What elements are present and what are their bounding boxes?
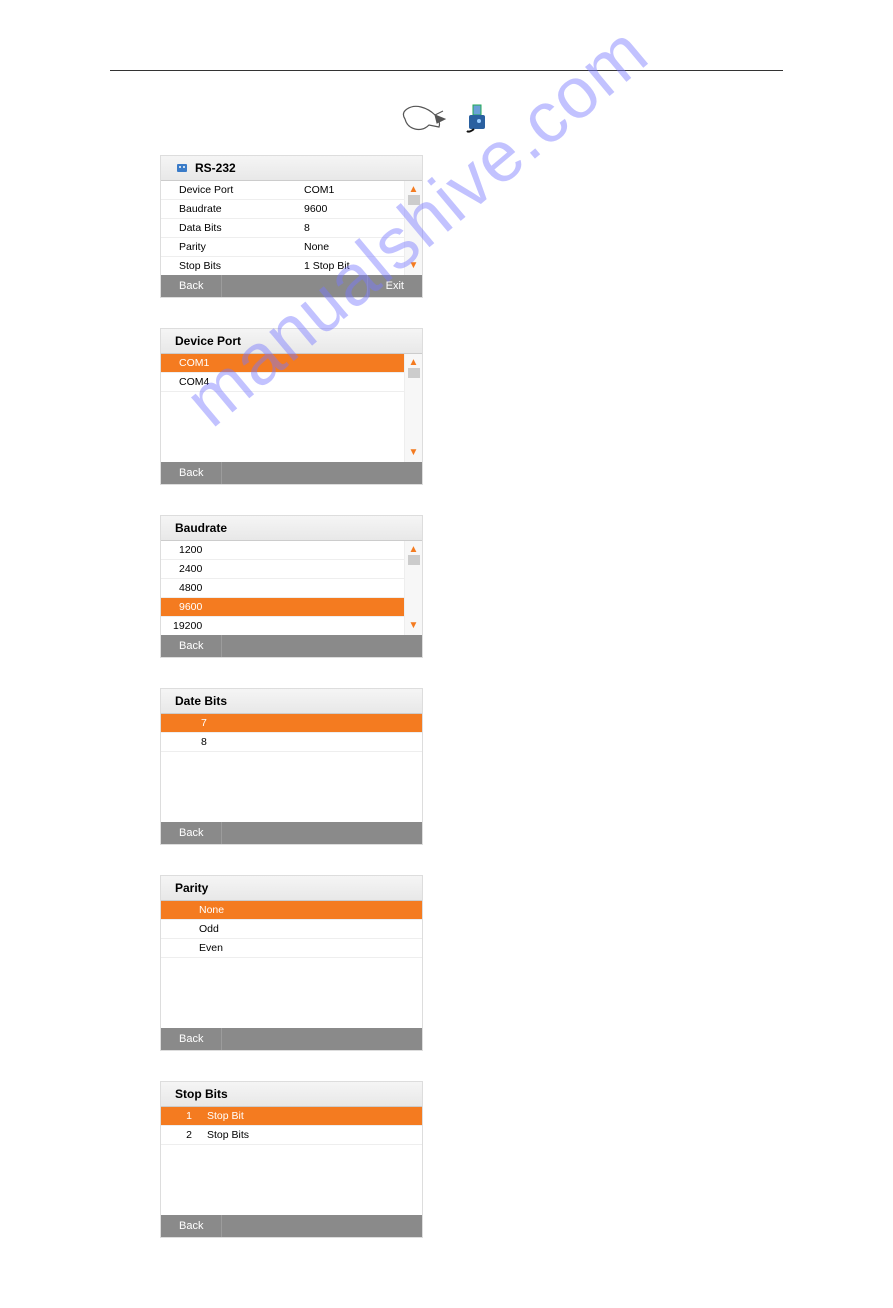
icons-row (110, 101, 783, 137)
row-value: COM1 (304, 184, 404, 196)
stop-bits-title: Stop Bits (175, 1087, 228, 1101)
option-label: 1200 (179, 544, 304, 556)
data-bits-panel: Date Bits 7 8 Back (160, 688, 423, 845)
data-bits-header: Date Bits (161, 689, 422, 714)
scroll-thumb[interactable] (408, 555, 420, 565)
scroll-up-icon[interactable]: ▲ (409, 545, 419, 555)
rs232-row-device-port[interactable]: Device Port COM1 (161, 181, 404, 200)
scroll-thumb[interactable] (408, 195, 420, 205)
row-label: Parity (179, 241, 304, 253)
back-button[interactable]: Back (161, 822, 222, 844)
scroll-up-icon[interactable]: ▲ (409, 185, 419, 195)
back-button[interactable]: Back (161, 1028, 222, 1050)
scrollbar[interactable]: ▲ ▼ (404, 541, 422, 635)
stop-bits-option-2[interactable]: 2 Stop Bits (161, 1126, 422, 1145)
back-button[interactable]: Back (161, 275, 222, 297)
baudrate-panel: Baudrate 1200 2400 4800 9600 19200 ▲ ▼ B… (160, 515, 423, 658)
back-button[interactable]: Back (161, 635, 222, 657)
option-label: COM1 (179, 357, 304, 369)
parity-option-odd[interactable]: Odd (161, 920, 422, 939)
rs232-panel-header: RS-232 (161, 156, 422, 181)
baudrate-option-9600[interactable]: 9600 (161, 598, 404, 617)
scroll-down-icon[interactable]: ▼ (409, 261, 419, 271)
row-value: 9600 (304, 203, 404, 215)
scroll-thumb[interactable] (408, 368, 420, 378)
option-label: 8 (201, 736, 207, 748)
device-port-option-com4[interactable]: COM4 (161, 373, 404, 392)
scroll-down-icon[interactable]: ▼ (409, 621, 419, 631)
baudrate-header: Baudrate (161, 516, 422, 541)
rs232-row-data-bits[interactable]: Data Bits 8 (161, 219, 404, 238)
stop-bits-header: Stop Bits (161, 1082, 422, 1107)
rs232-row-parity[interactable]: Parity None (161, 238, 404, 257)
option-label: Odd (199, 923, 219, 935)
baudrate-option-19200[interactable]: 19200 (161, 617, 404, 635)
option-label: 4800 (179, 582, 304, 594)
rs232-row-baudrate[interactable]: Baudrate 9600 (161, 200, 404, 219)
row-label: Stop Bits (179, 260, 304, 272)
back-button[interactable]: Back (161, 462, 222, 484)
option-label: COM4 (179, 376, 304, 388)
option-label: 7 (201, 717, 207, 729)
row-value: None (304, 241, 404, 253)
usb-device-icon (459, 101, 495, 137)
scroll-down-icon[interactable]: ▼ (409, 448, 419, 458)
parity-header: Parity (161, 876, 422, 901)
parity-panel: Parity None Odd Even Back (160, 875, 423, 1051)
stop-bits-panel: Stop Bits 1 Stop Bit 2 Stop Bits Back (160, 1081, 423, 1238)
baudrate-title: Baudrate (175, 521, 227, 535)
device-port-header: Device Port (161, 329, 422, 354)
option-label: Stop Bit (207, 1110, 244, 1122)
exit-button[interactable]: Exit (367, 275, 422, 297)
device-port-option-com1[interactable]: COM1 (161, 354, 404, 373)
device-port-title: Device Port (175, 334, 241, 348)
rs232-row-stop-bits[interactable]: Stop Bits 1 Stop Bit (161, 257, 404, 275)
scrollbar[interactable]: ▲ ▼ (404, 181, 422, 275)
scroll-up-icon[interactable]: ▲ (409, 358, 419, 368)
serial-port-icon (175, 161, 189, 175)
row-value: 1 Stop Bit (304, 260, 404, 272)
row-label: Device Port (179, 184, 304, 196)
option-label: Even (199, 942, 223, 954)
baudrate-option-4800[interactable]: 4800 (161, 579, 404, 598)
option-number: 1 (179, 1110, 199, 1122)
row-value: 8 (304, 222, 404, 234)
hand-pointing-icon (399, 101, 447, 137)
data-bits-option-7[interactable]: 7 (161, 714, 422, 733)
parity-title: Parity (175, 881, 208, 895)
back-button[interactable]: Back (161, 1215, 222, 1237)
option-label: Stop Bits (207, 1129, 249, 1141)
data-bits-title: Date Bits (175, 694, 227, 708)
rs232-title: RS-232 (195, 161, 236, 175)
baudrate-option-1200[interactable]: 1200 (161, 541, 404, 560)
stop-bits-option-1[interactable]: 1 Stop Bit (161, 1107, 422, 1126)
top-divider (110, 70, 783, 71)
parity-option-even[interactable]: Even (161, 939, 422, 958)
option-label: None (199, 904, 224, 916)
rs232-panel: RS-232 Device Port COM1 Baudrate 9600 Da… (160, 155, 423, 298)
row-label: Data Bits (179, 222, 304, 234)
option-label: 9600 (179, 601, 304, 613)
option-label: 19200 (173, 620, 298, 632)
parity-option-none[interactable]: None (161, 901, 422, 920)
row-label: Baudrate (179, 203, 304, 215)
scrollbar[interactable]: ▲ ▼ (404, 354, 422, 462)
option-label: 2400 (179, 563, 304, 575)
baudrate-option-2400[interactable]: 2400 (161, 560, 404, 579)
data-bits-option-8[interactable]: 8 (161, 733, 422, 752)
option-number: 2 (179, 1129, 199, 1141)
device-port-panel: Device Port COM1 COM4 ▲ ▼ Back (160, 328, 423, 485)
